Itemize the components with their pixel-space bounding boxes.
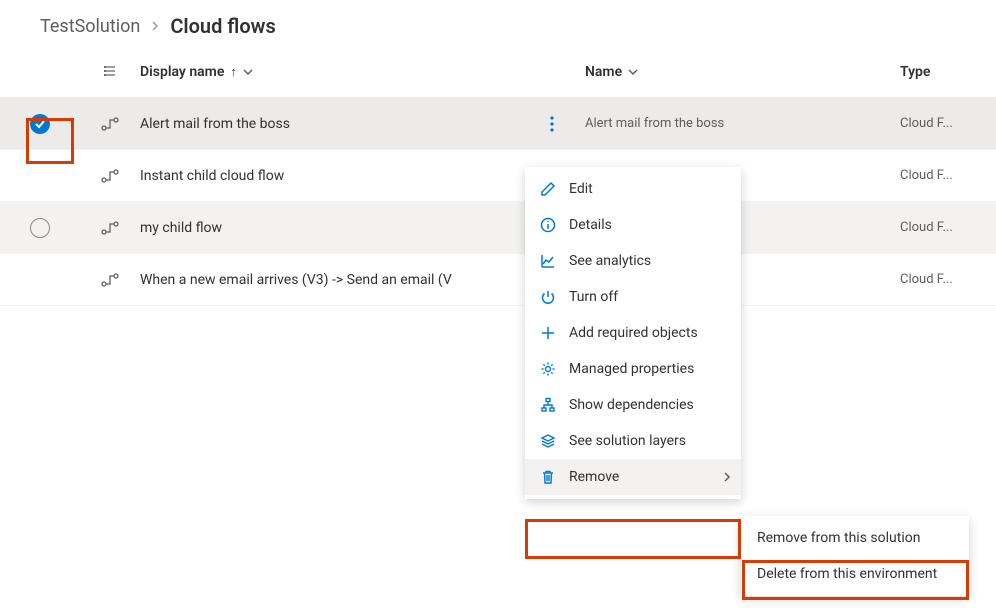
menu-item-turn-off[interactable]: Turn off <box>525 279 741 315</box>
name-cell: Alert mail from the boss <box>585 116 900 131</box>
column-label: Type <box>900 64 930 80</box>
column-header-name[interactable]: Name <box>585 64 900 80</box>
plus-icon <box>539 324 557 342</box>
type-cell: Cloud F... <box>900 116 996 131</box>
column-customize-icon[interactable] <box>80 64 140 80</box>
display-name-cell[interactable]: When a new email arrives (V3) -> Send an… <box>140 272 540 288</box>
table-header: Display name ↑ Name Type <box>0 46 996 98</box>
column-label: Display name <box>140 64 224 80</box>
menu-label: Details <box>569 217 612 233</box>
chevron-down-icon <box>628 67 638 77</box>
menu-label: Add required objects <box>569 325 698 341</box>
menu-label: See solution layers <box>569 433 686 449</box>
table-row[interactable]: When a new email arrives (V3) -> Send an… <box>0 254 996 306</box>
checkmark-icon <box>30 114 50 134</box>
type-cell: Cloud F... <box>900 272 996 287</box>
column-label: Name <box>585 64 622 80</box>
type-cell: Cloud F... <box>900 168 996 183</box>
menu-item-analytics[interactable]: See analytics <box>525 243 741 279</box>
submenu-item-delete-env[interactable]: Delete from this environment <box>741 556 969 592</box>
menu-item-edit[interactable]: Edit <box>525 171 741 207</box>
row-checkbox[interactable] <box>0 114 80 134</box>
submenu-item-remove-solution[interactable]: Remove from this solution <box>741 520 969 556</box>
more-actions-button[interactable] <box>540 112 564 136</box>
type-cell: Cloud F... <box>900 220 996 235</box>
chevron-right-icon <box>723 472 731 482</box>
table-row[interactable]: Alert mail from the boss Alert mail from… <box>0 98 996 150</box>
breadcrumb-current: Cloud flows <box>170 14 275 38</box>
flow-icon <box>80 117 140 131</box>
menu-label: Edit <box>569 181 593 197</box>
display-name-cell[interactable]: my child flow <box>140 220 540 236</box>
trash-icon <box>539 468 557 486</box>
column-header-display-name[interactable]: Display name ↑ <box>140 64 540 80</box>
context-submenu: Remove from this solution Delete from th… <box>741 516 969 596</box>
menu-item-details[interactable]: Details <box>525 207 741 243</box>
menu-label: Managed properties <box>569 361 694 377</box>
power-icon <box>539 288 557 306</box>
column-header-type[interactable]: Type <box>900 64 996 80</box>
row-checkbox[interactable] <box>0 218 80 238</box>
gear-icon <box>539 360 557 378</box>
layers-icon <box>539 432 557 450</box>
context-menu: Edit Details See analytics Turn off Add … <box>525 167 741 499</box>
table-row[interactable]: my child flow Cloud F... <box>0 202 996 254</box>
menu-item-managed-props[interactable]: Managed properties <box>525 351 741 387</box>
hierarchy-icon <box>539 396 557 414</box>
chart-icon <box>539 252 557 270</box>
display-name-cell[interactable]: Alert mail from the boss <box>140 116 540 132</box>
menu-label: Show dependencies <box>569 397 694 413</box>
pencil-icon <box>539 180 557 198</box>
breadcrumb-parent[interactable]: TestSolution <box>40 16 140 37</box>
menu-item-see-layers[interactable]: See solution layers <box>525 423 741 459</box>
sort-asc-icon: ↑ <box>230 64 237 80</box>
flow-icon <box>80 273 140 287</box>
menu-item-remove[interactable]: Remove <box>525 459 741 495</box>
circle-icon <box>30 218 50 238</box>
flow-icon <box>80 169 140 183</box>
flow-icon <box>80 221 140 235</box>
table-row[interactable]: Instant child cloud flow Cloud F... <box>0 150 996 202</box>
doc-highlight-frame <box>525 519 741 559</box>
menu-label: Remove <box>569 469 619 485</box>
menu-label: See analytics <box>569 253 651 269</box>
info-icon <box>539 216 557 234</box>
chevron-down-icon <box>243 67 253 77</box>
menu-item-show-deps[interactable]: Show dependencies <box>525 387 741 423</box>
display-name-cell[interactable]: Instant child cloud flow <box>140 168 540 184</box>
menu-item-add-required[interactable]: Add required objects <box>525 315 741 351</box>
chevron-right-icon <box>150 21 160 31</box>
breadcrumb: TestSolution Cloud flows <box>0 0 996 46</box>
menu-label: Turn off <box>569 289 618 305</box>
